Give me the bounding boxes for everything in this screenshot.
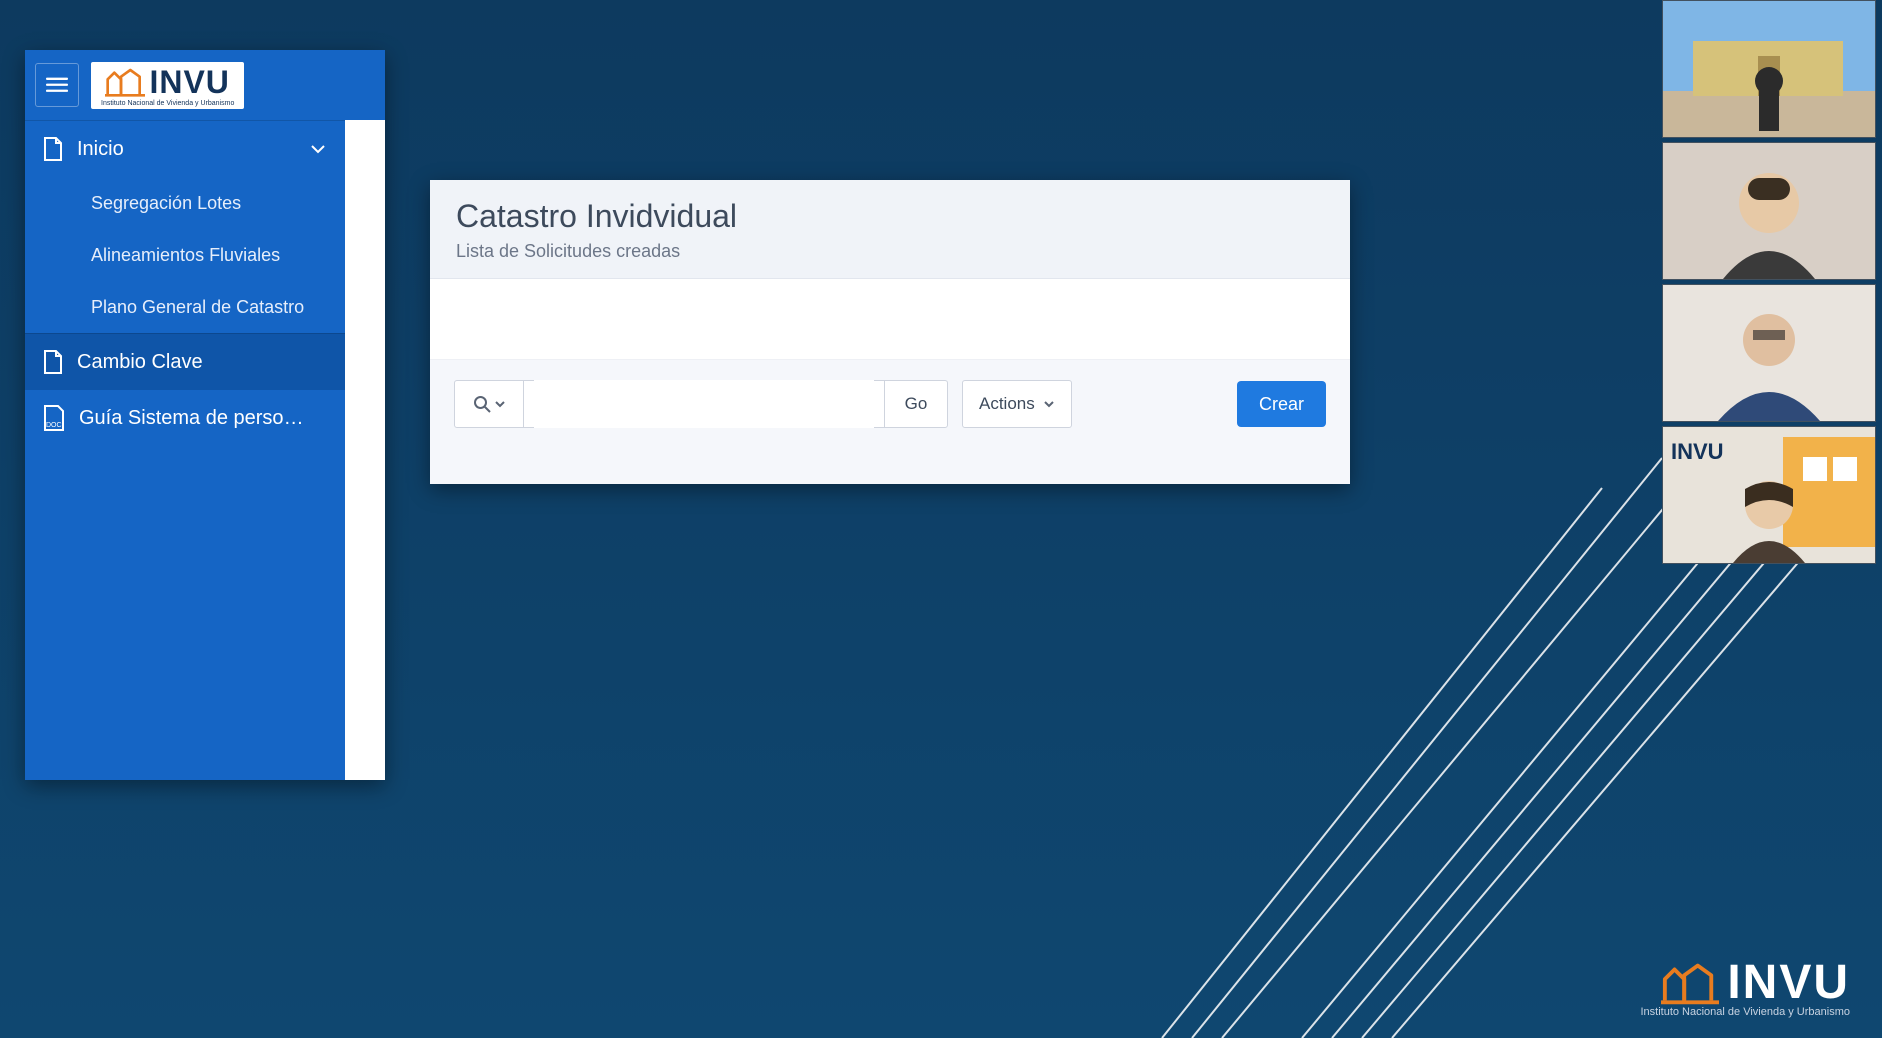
brand-icon	[1661, 961, 1719, 1005]
sidebar-item-label: Cambio Clave	[77, 351, 203, 374]
search-input-wrapper	[524, 380, 884, 428]
page-icon	[43, 137, 63, 161]
sidebar-item-inicio[interactable]: Inicio	[25, 120, 345, 177]
go-label: Go	[905, 394, 928, 414]
participant-thumb-4[interactable]: INVU	[1662, 426, 1876, 564]
participant-thumb-2[interactable]	[1662, 142, 1876, 280]
sidebar-item-cambio-clave[interactable]: Cambio Clave	[25, 333, 345, 390]
participant-video-icon	[1663, 285, 1875, 421]
footer-brand: INVU Instituto Nacional de Vivienda y Ur…	[1640, 955, 1850, 1018]
sidebar-item-label: Guía Sistema de person…	[79, 407, 309, 430]
footer-brand-name: INVU	[1727, 955, 1850, 1010]
sidebar-subitem-segregacion-lotes[interactable]: Segregación Lotes	[25, 177, 345, 229]
actions-button[interactable]: Actions	[962, 380, 1072, 428]
hamburger-icon	[46, 74, 68, 96]
menu-toggle-button[interactable]	[35, 63, 79, 107]
sidebar: Inicio Segregación Lotes Alineamientos F…	[25, 120, 345, 780]
participant-thumb-3[interactable]	[1662, 284, 1876, 422]
participant-video-icon	[1663, 1, 1875, 137]
page-title: Catastro Invidvidual	[456, 198, 1324, 235]
chevron-down-icon	[495, 399, 505, 409]
search-scope-button[interactable]	[454, 380, 524, 428]
doc-icon: DOC	[43, 405, 65, 431]
footer-brand-tagline: Instituto Nacional de Vivienda y Urbanis…	[1640, 1006, 1850, 1018]
svg-text:DOC: DOC	[46, 422, 62, 429]
brand-name: INVU	[149, 66, 229, 98]
sidebar-subitem-label: Segregación Lotes	[91, 193, 241, 214]
search-input-group: Go	[454, 380, 948, 428]
participant-video-icon	[1663, 143, 1875, 279]
app-topbar: INVU Instituto Nacional de Vivienda y Ur…	[25, 50, 385, 120]
create-label: Crear	[1259, 394, 1304, 415]
create-button[interactable]: Crear	[1237, 381, 1326, 427]
sidebar-subitem-plano-general-catastro[interactable]: Plano General de Catastro	[25, 281, 345, 333]
search-input[interactable]	[534, 380, 874, 428]
svg-text:INVU: INVU	[1671, 439, 1724, 464]
sidebar-subitem-alineamientos-fluviales[interactable]: Alineamientos Fluviales	[25, 229, 345, 281]
chevron-down-icon	[309, 140, 327, 158]
sidebar-subitem-label: Alineamientos Fluviales	[91, 245, 280, 266]
card-toolbar: Go Actions Crear	[430, 360, 1350, 484]
brand-icon	[105, 67, 145, 97]
go-button[interactable]: Go	[884, 380, 948, 428]
sidebar-item-guia-sistema[interactable]: DOC Guía Sistema de person…	[25, 390, 345, 446]
brand-logo: INVU Instituto Nacional de Vivienda y Ur…	[91, 62, 244, 109]
app-window: INVU Instituto Nacional de Vivienda y Ur…	[25, 50, 385, 780]
page-icon	[43, 350, 63, 374]
sidebar-item-label: Inicio	[77, 138, 124, 161]
card-header: Catastro Invidvidual Lista de Solicitude…	[430, 180, 1350, 279]
participant-thumbnails: INVU	[1662, 0, 1874, 564]
sidebar-subitem-label: Plano General de Catastro	[91, 297, 304, 318]
participant-video-icon: INVU	[1663, 427, 1875, 563]
content-card: Catastro Invidvidual Lista de Solicitude…	[430, 180, 1350, 484]
search-icon	[473, 395, 491, 413]
chevron-down-icon	[1043, 398, 1055, 410]
page-subtitle: Lista de Solicitudes creadas	[456, 241, 1324, 262]
brand-tagline: Instituto Nacional de Vivienda y Urbanis…	[101, 100, 234, 107]
actions-label: Actions	[979, 394, 1035, 414]
participant-thumb-1[interactable]	[1662, 0, 1876, 138]
card-spacer	[430, 279, 1350, 360]
